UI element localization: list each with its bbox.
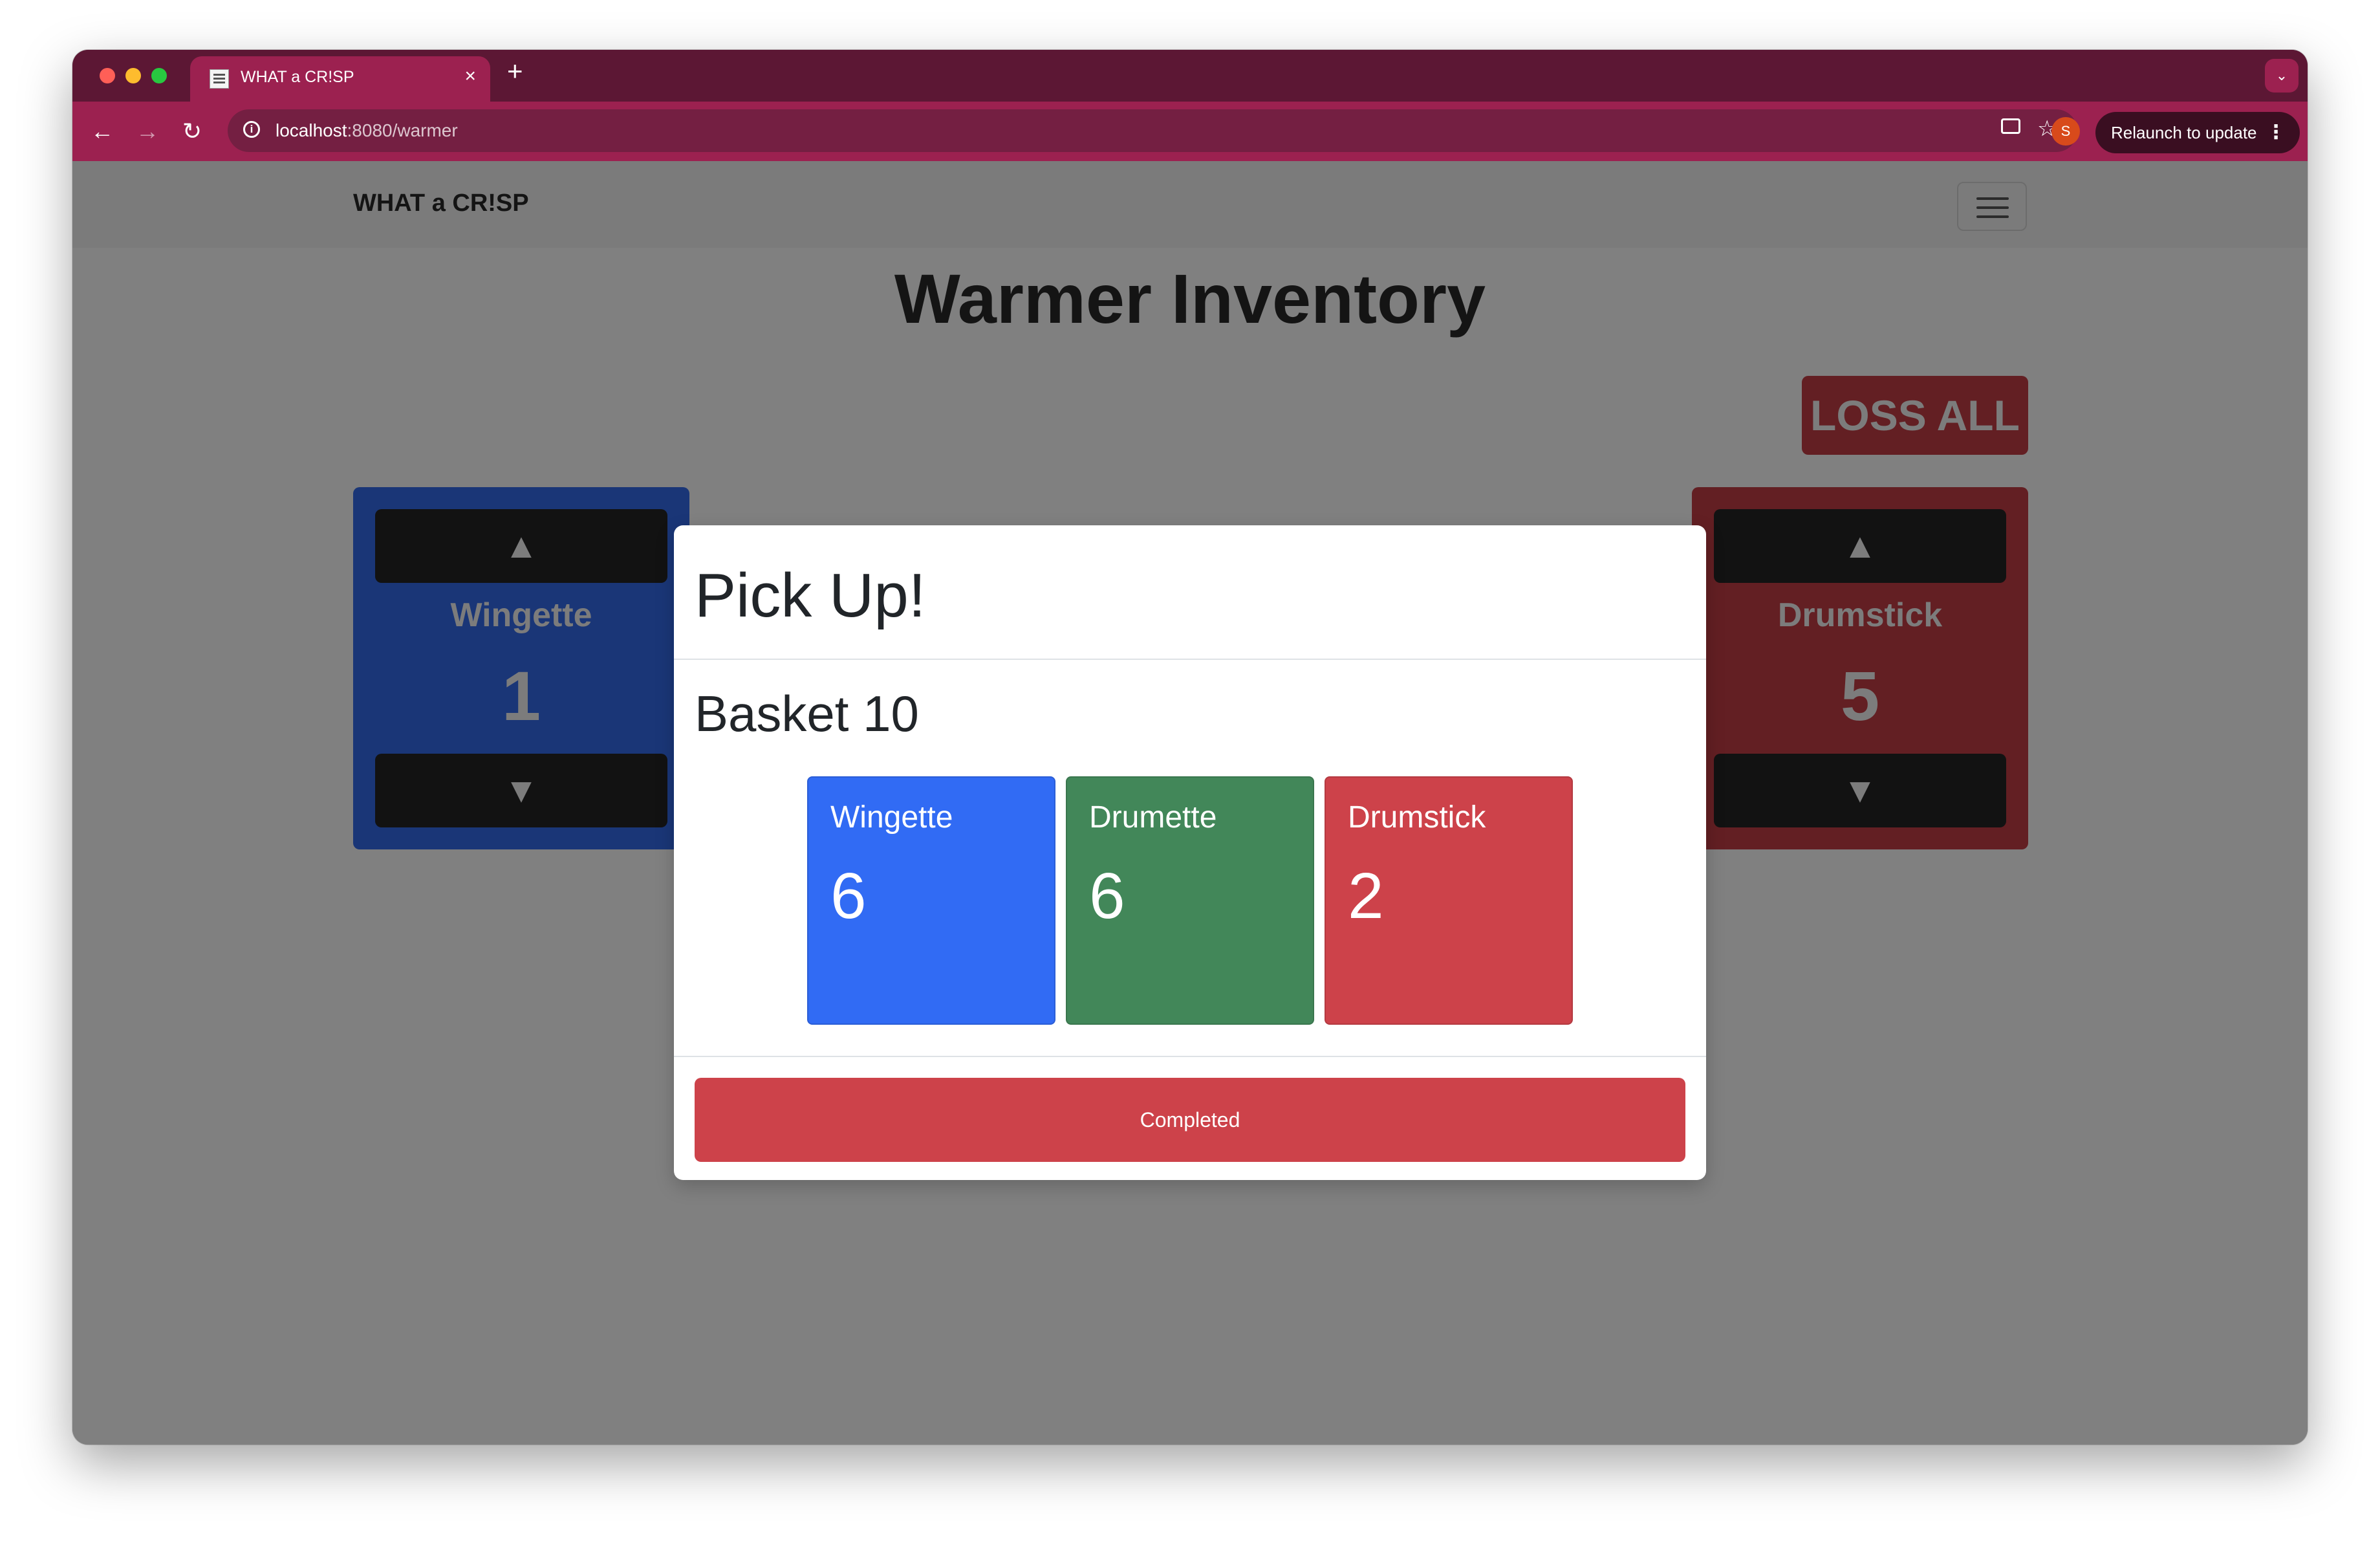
reload-icon[interactable]: ↻: [182, 115, 202, 148]
hamburger-menu-button[interactable]: [1957, 182, 2027, 231]
browser-tab-active[interactable]: WHAT a CR!SP ×: [190, 56, 490, 102]
back-icon[interactable]: ←: [91, 115, 114, 148]
pickup-modal: Pick Up! Basket 10 Wingette 6 Drumette 6…: [674, 525, 1706, 1180]
loss-all-button[interactable]: LOSS ALL: [1802, 376, 2028, 455]
install-app-icon[interactable]: [2001, 118, 2020, 134]
page-title: Warmer Inventory: [894, 259, 1486, 338]
profile-avatar[interactable]: S: [2051, 117, 2080, 146]
pickup-card-drumette: Drumette 6: [1066, 776, 1314, 1025]
relaunch-label: Relaunch to update: [2111, 123, 2257, 142]
completed-button[interactable]: Completed: [695, 1078, 1685, 1162]
increment-button[interactable]: ▲: [1714, 509, 2006, 583]
pickup-card-drumstick: Drumstick 2: [1325, 776, 1573, 1025]
tab-title: WHAT a CR!SP: [241, 68, 354, 86]
increment-button[interactable]: ▲: [375, 509, 667, 583]
decrement-button[interactable]: ▼: [1714, 754, 2006, 827]
inventory-item-count: 5: [1840, 657, 1880, 735]
address-bar[interactable]: i localhost:8080/warmer ☆: [228, 109, 2077, 152]
window-close-button[interactable]: [100, 68, 115, 83]
browser-toolbar: ← → ↻ i localhost:8080/warmer ☆ S Relaun…: [72, 102, 2308, 161]
url-host: localhost: [276, 120, 347, 140]
inventory-item-count: 1: [501, 657, 541, 735]
pickup-item-name: Drumette: [1089, 800, 1217, 835]
inventory-card-drumstick: ▲ Drumstick 5 ▼: [1692, 487, 2028, 849]
favicon-icon: [210, 69, 229, 89]
app-navbar: WHAT a CR!SP: [72, 161, 2308, 248]
pickup-item-count: 2: [1348, 860, 1384, 932]
inventory-item-name: Drumstick: [1777, 596, 1943, 634]
window-minimize-button[interactable]: [125, 68, 141, 83]
modal-title: Pick Up!: [695, 561, 926, 630]
hamburger-line-icon: [1976, 215, 2009, 218]
decrement-button[interactable]: ▼: [375, 754, 667, 827]
menu-dots-icon[interactable]: ⋮: [2266, 112, 2286, 153]
forward-icon[interactable]: →: [136, 115, 159, 148]
basket-label: Basket 10: [695, 685, 919, 742]
pickup-item-count: 6: [830, 860, 867, 932]
tab-strip: WHAT a CR!SP × + ⌄: [72, 50, 2308, 102]
inventory-card-wingette: ▲ Wingette 1 ▼: [353, 487, 689, 849]
inventory-item-name: Wingette: [450, 596, 592, 634]
pickup-card-wingette: Wingette 6: [807, 776, 1055, 1025]
url-path: :8080/warmer: [347, 120, 458, 140]
pickup-item-name: Wingette: [830, 800, 953, 835]
tab-close-icon[interactable]: ×: [464, 65, 476, 87]
tab-search-button[interactable]: ⌄: [2265, 59, 2299, 93]
site-info-icon[interactable]: i: [243, 121, 260, 138]
browser-window: WHAT a CR!SP × + ⌄ ← → ↻ i localhost:808…: [72, 50, 2308, 1445]
modal-footer: Completed: [674, 1056, 1706, 1180]
navbar-brand[interactable]: WHAT a CR!SP: [353, 190, 529, 217]
pickup-item-name: Drumstick: [1348, 800, 1486, 835]
hamburger-line-icon: [1976, 197, 2009, 200]
new-tab-button[interactable]: +: [507, 58, 523, 85]
page-content: WHAT a CR!SP Warmer Inventory LOSS ALL ▲…: [72, 161, 2308, 1445]
url-text: localhost:8080/warmer: [276, 120, 458, 141]
relaunch-button[interactable]: Relaunch to update ⋮: [2095, 112, 2300, 153]
pickup-item-count: 6: [1089, 860, 1125, 932]
hamburger-line-icon: [1976, 206, 2009, 209]
modal-header: Pick Up!: [674, 525, 1706, 660]
window-maximize-button[interactable]: [151, 68, 167, 83]
